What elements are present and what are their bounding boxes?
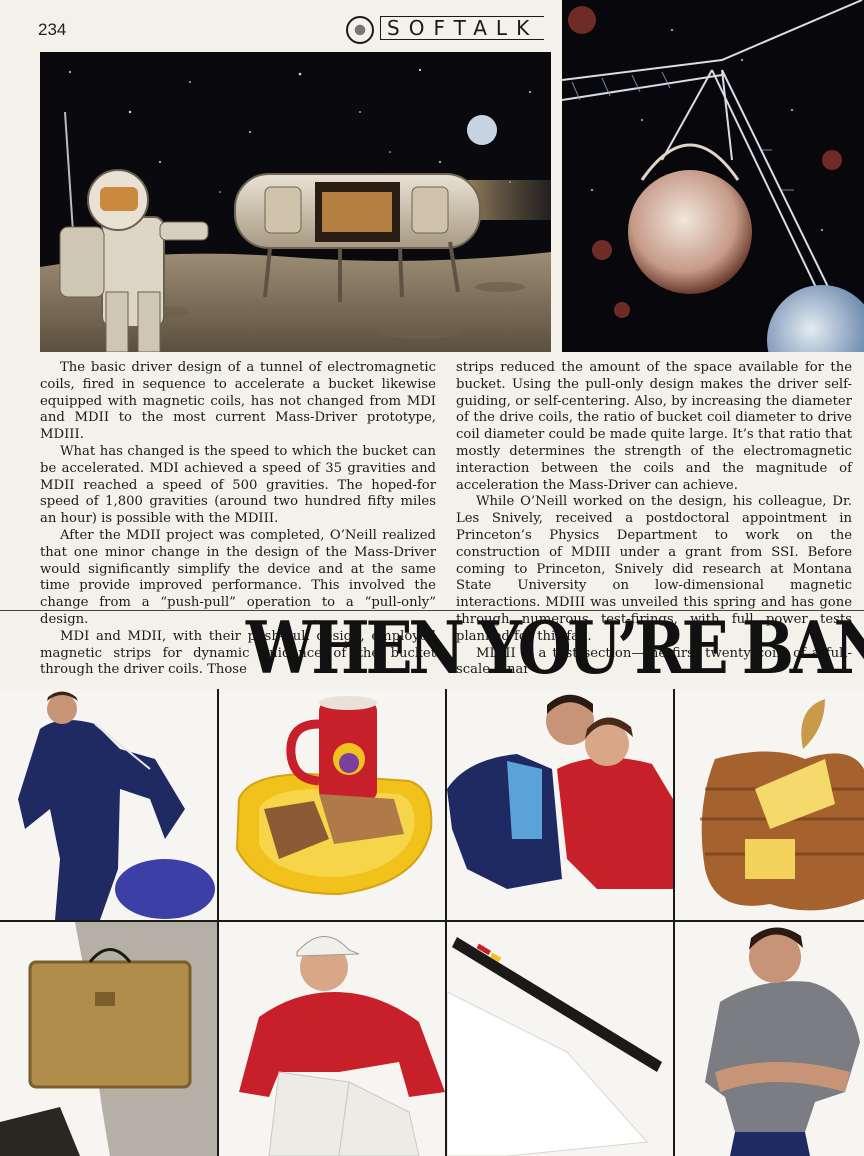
pen-photo <box>447 922 673 1156</box>
jogging-suit-photo <box>0 689 217 920</box>
page-number: 234 <box>38 20 67 39</box>
article-paragraph: The basic driver design of a tunnel of e… <box>40 360 436 443</box>
ad-headline: WHEN YOU’RE BAN <box>246 605 864 690</box>
couple-jackets-photo <box>447 689 673 920</box>
article-paragraph: What has changed is the speed to which t… <box>40 443 436 527</box>
polo-shirt-photo <box>675 922 864 1156</box>
softalk-logo-icon <box>346 16 374 44</box>
sweater-photo <box>219 922 445 1156</box>
apple-cheese-board-photo <box>675 689 864 920</box>
space-station-photo <box>562 0 864 352</box>
mug-and-tray-photo <box>219 689 445 920</box>
moon-base-photo <box>40 52 551 352</box>
article-paragraph: strips reduced the amount of the space a… <box>456 360 852 493</box>
briefcase-photo <box>0 922 217 1156</box>
magazine-masthead: SOFTALK <box>380 16 545 40</box>
product-photo-grid <box>0 689 864 1156</box>
